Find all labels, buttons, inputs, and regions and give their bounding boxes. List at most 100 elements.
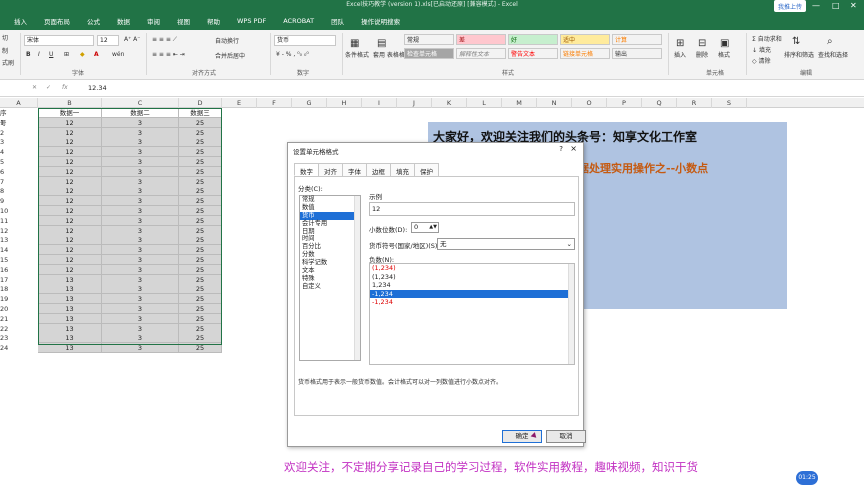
copy-button[interactable]: 制: [2, 46, 8, 55]
row-number-cell[interactable]: 17: [0, 275, 12, 285]
currency-symbol-select[interactable]: 无 ⌄: [437, 238, 575, 250]
cell[interactable]: 12: [38, 196, 102, 207]
share-button[interactable]: 我推上传: [773, 0, 806, 12]
number-format-select[interactable]: 货币: [274, 35, 336, 46]
category-item[interactable]: 分数: [300, 251, 360, 259]
formula-input[interactable]: 12.34: [88, 84, 107, 92]
column-header-r[interactable]: R: [677, 98, 712, 108]
tab-5[interactable]: 视图: [177, 16, 190, 26]
row-number-cell[interactable]: 20: [0, 304, 12, 314]
row-number-cell[interactable]: 23: [0, 333, 12, 343]
cancel-button[interactable]: 取消: [546, 430, 586, 443]
insert-function-icon[interactable]: fx: [62, 84, 68, 91]
negative-numbers-list[interactable]: (1,234) (1,234) 1,234 -1,234 -1,234: [369, 263, 575, 365]
row-number-cell[interactable]: 21: [0, 314, 12, 324]
cell[interactable]: 25: [179, 127, 222, 138]
category-item[interactable]: 数值: [300, 204, 360, 212]
column-header-l[interactable]: L: [467, 98, 502, 108]
category-scrollbar[interactable]: [354, 196, 360, 360]
dialog-tab-3[interactable]: 边框: [366, 163, 391, 176]
cell[interactable]: 12: [38, 117, 102, 128]
cell[interactable]: 12: [38, 215, 102, 226]
cell[interactable]: 3: [102, 166, 179, 177]
row-number-cell[interactable]: 24: [0, 343, 12, 353]
cell[interactable]: 数据三: [179, 108, 222, 118]
cell[interactable]: 25: [179, 176, 222, 187]
cut-button[interactable]: 切: [2, 33, 8, 42]
cell[interactable]: 3: [102, 147, 179, 158]
style-output[interactable]: 输出: [612, 48, 662, 59]
column-header-s[interactable]: S: [712, 98, 747, 108]
cell[interactable]: 3: [102, 206, 179, 216]
dialog-tab-0[interactable]: 数字: [294, 163, 319, 176]
cell[interactable]: 3: [102, 215, 179, 226]
cell[interactable]: 3: [102, 176, 179, 187]
negative-format-item[interactable]: -1,234: [370, 298, 574, 307]
category-item[interactable]: 常规: [300, 196, 360, 204]
cell[interactable]: 12: [38, 176, 102, 187]
column-header-j[interactable]: J: [397, 98, 432, 108]
clear-button[interactable]: ◇ 清除: [752, 56, 771, 65]
cell[interactable]: 13: [38, 333, 102, 344]
cell[interactable]: 25: [179, 147, 222, 158]
column-header-g[interactable]: G: [292, 98, 327, 108]
cell[interactable]: 25: [179, 196, 222, 207]
cell[interactable]: 3: [102, 313, 179, 324]
fill-color-icon[interactable]: ◆: [80, 51, 85, 58]
cell[interactable]: 13: [38, 313, 102, 324]
insert-cells-button[interactable]: 插入: [674, 50, 686, 59]
cell[interactable]: 25: [179, 245, 222, 256]
minimize-icon[interactable]: —: [812, 1, 820, 10]
row-number-cell[interactable]: 4: [0, 147, 12, 157]
style-warning[interactable]: 警告文本: [508, 48, 558, 59]
style-neutral[interactable]: 适中: [560, 34, 610, 45]
style-good[interactable]: 好: [508, 34, 558, 45]
formula-enter-icon[interactable]: ✓: [46, 84, 51, 91]
font-grow-icon[interactable]: A⁺ A⁻: [124, 36, 140, 43]
tab-7[interactable]: WPS PDF: [237, 17, 266, 25]
underline-button[interactable]: U: [49, 51, 53, 58]
cell[interactable]: 25: [179, 294, 222, 305]
font-color-icon[interactable]: A: [94, 51, 99, 58]
negative-format-item[interactable]: (1,234): [370, 264, 574, 273]
tab-8[interactable]: ACROBAT: [283, 17, 314, 25]
autosum-button[interactable]: Σ 自动求和: [752, 34, 782, 43]
row-number-cell[interactable]: 14: [0, 245, 12, 255]
row-number-cell[interactable]: 序号: [0, 108, 12, 127]
close-icon[interactable]: ×: [570, 144, 577, 153]
row-number-cell[interactable]: 19: [0, 294, 12, 304]
row-number-cell[interactable]: 1: [0, 118, 12, 128]
column-header-m[interactable]: M: [502, 98, 537, 108]
style-check-cell[interactable]: 检查单元格: [404, 48, 454, 59]
cell[interactable]: 3: [102, 127, 179, 138]
cell[interactable]: 25: [179, 304, 222, 314]
cell[interactable]: 13: [38, 323, 102, 334]
cell[interactable]: 25: [179, 186, 222, 197]
bold-button[interactable]: B: [26, 51, 31, 58]
cell[interactable]: 数据二: [102, 108, 179, 118]
cell[interactable]: 3: [102, 186, 179, 197]
row-number-cell[interactable]: 6: [0, 167, 12, 177]
negative-format-item[interactable]: -1,234: [370, 289, 574, 299]
cell[interactable]: 3: [102, 284, 179, 295]
cell[interactable]: 3: [102, 196, 179, 207]
category-item[interactable]: 文本: [300, 267, 360, 275]
cell[interactable]: 12: [38, 245, 102, 256]
cell[interactable]: 12: [38, 235, 102, 246]
cell[interactable]: 3: [102, 117, 179, 128]
style-linked-cell[interactable]: 链接单元格: [560, 48, 610, 59]
cell[interactable]: 12: [38, 157, 102, 167]
category-item[interactable]: 自定义: [300, 283, 360, 291]
row-number-cell[interactable]: 3: [0, 137, 12, 147]
row-number-cell[interactable]: 2: [0, 128, 12, 138]
number-format-icons[interactable]: ¥ - % , ⁰₀ ₀⁰: [276, 51, 309, 58]
row-number-cell[interactable]: 22: [0, 324, 12, 334]
cond-format-button[interactable]: 条件格式: [345, 50, 369, 59]
cell[interactable]: 25: [179, 215, 222, 226]
tab-3[interactable]: 数据: [117, 16, 130, 26]
cell[interactable]: 13: [38, 294, 102, 305]
column-header-o[interactable]: O: [572, 98, 607, 108]
chevron-down-icon[interactable]: ⌄: [567, 239, 572, 249]
cell[interactable]: 3: [102, 255, 179, 265]
column-header-h[interactable]: H: [327, 98, 362, 108]
